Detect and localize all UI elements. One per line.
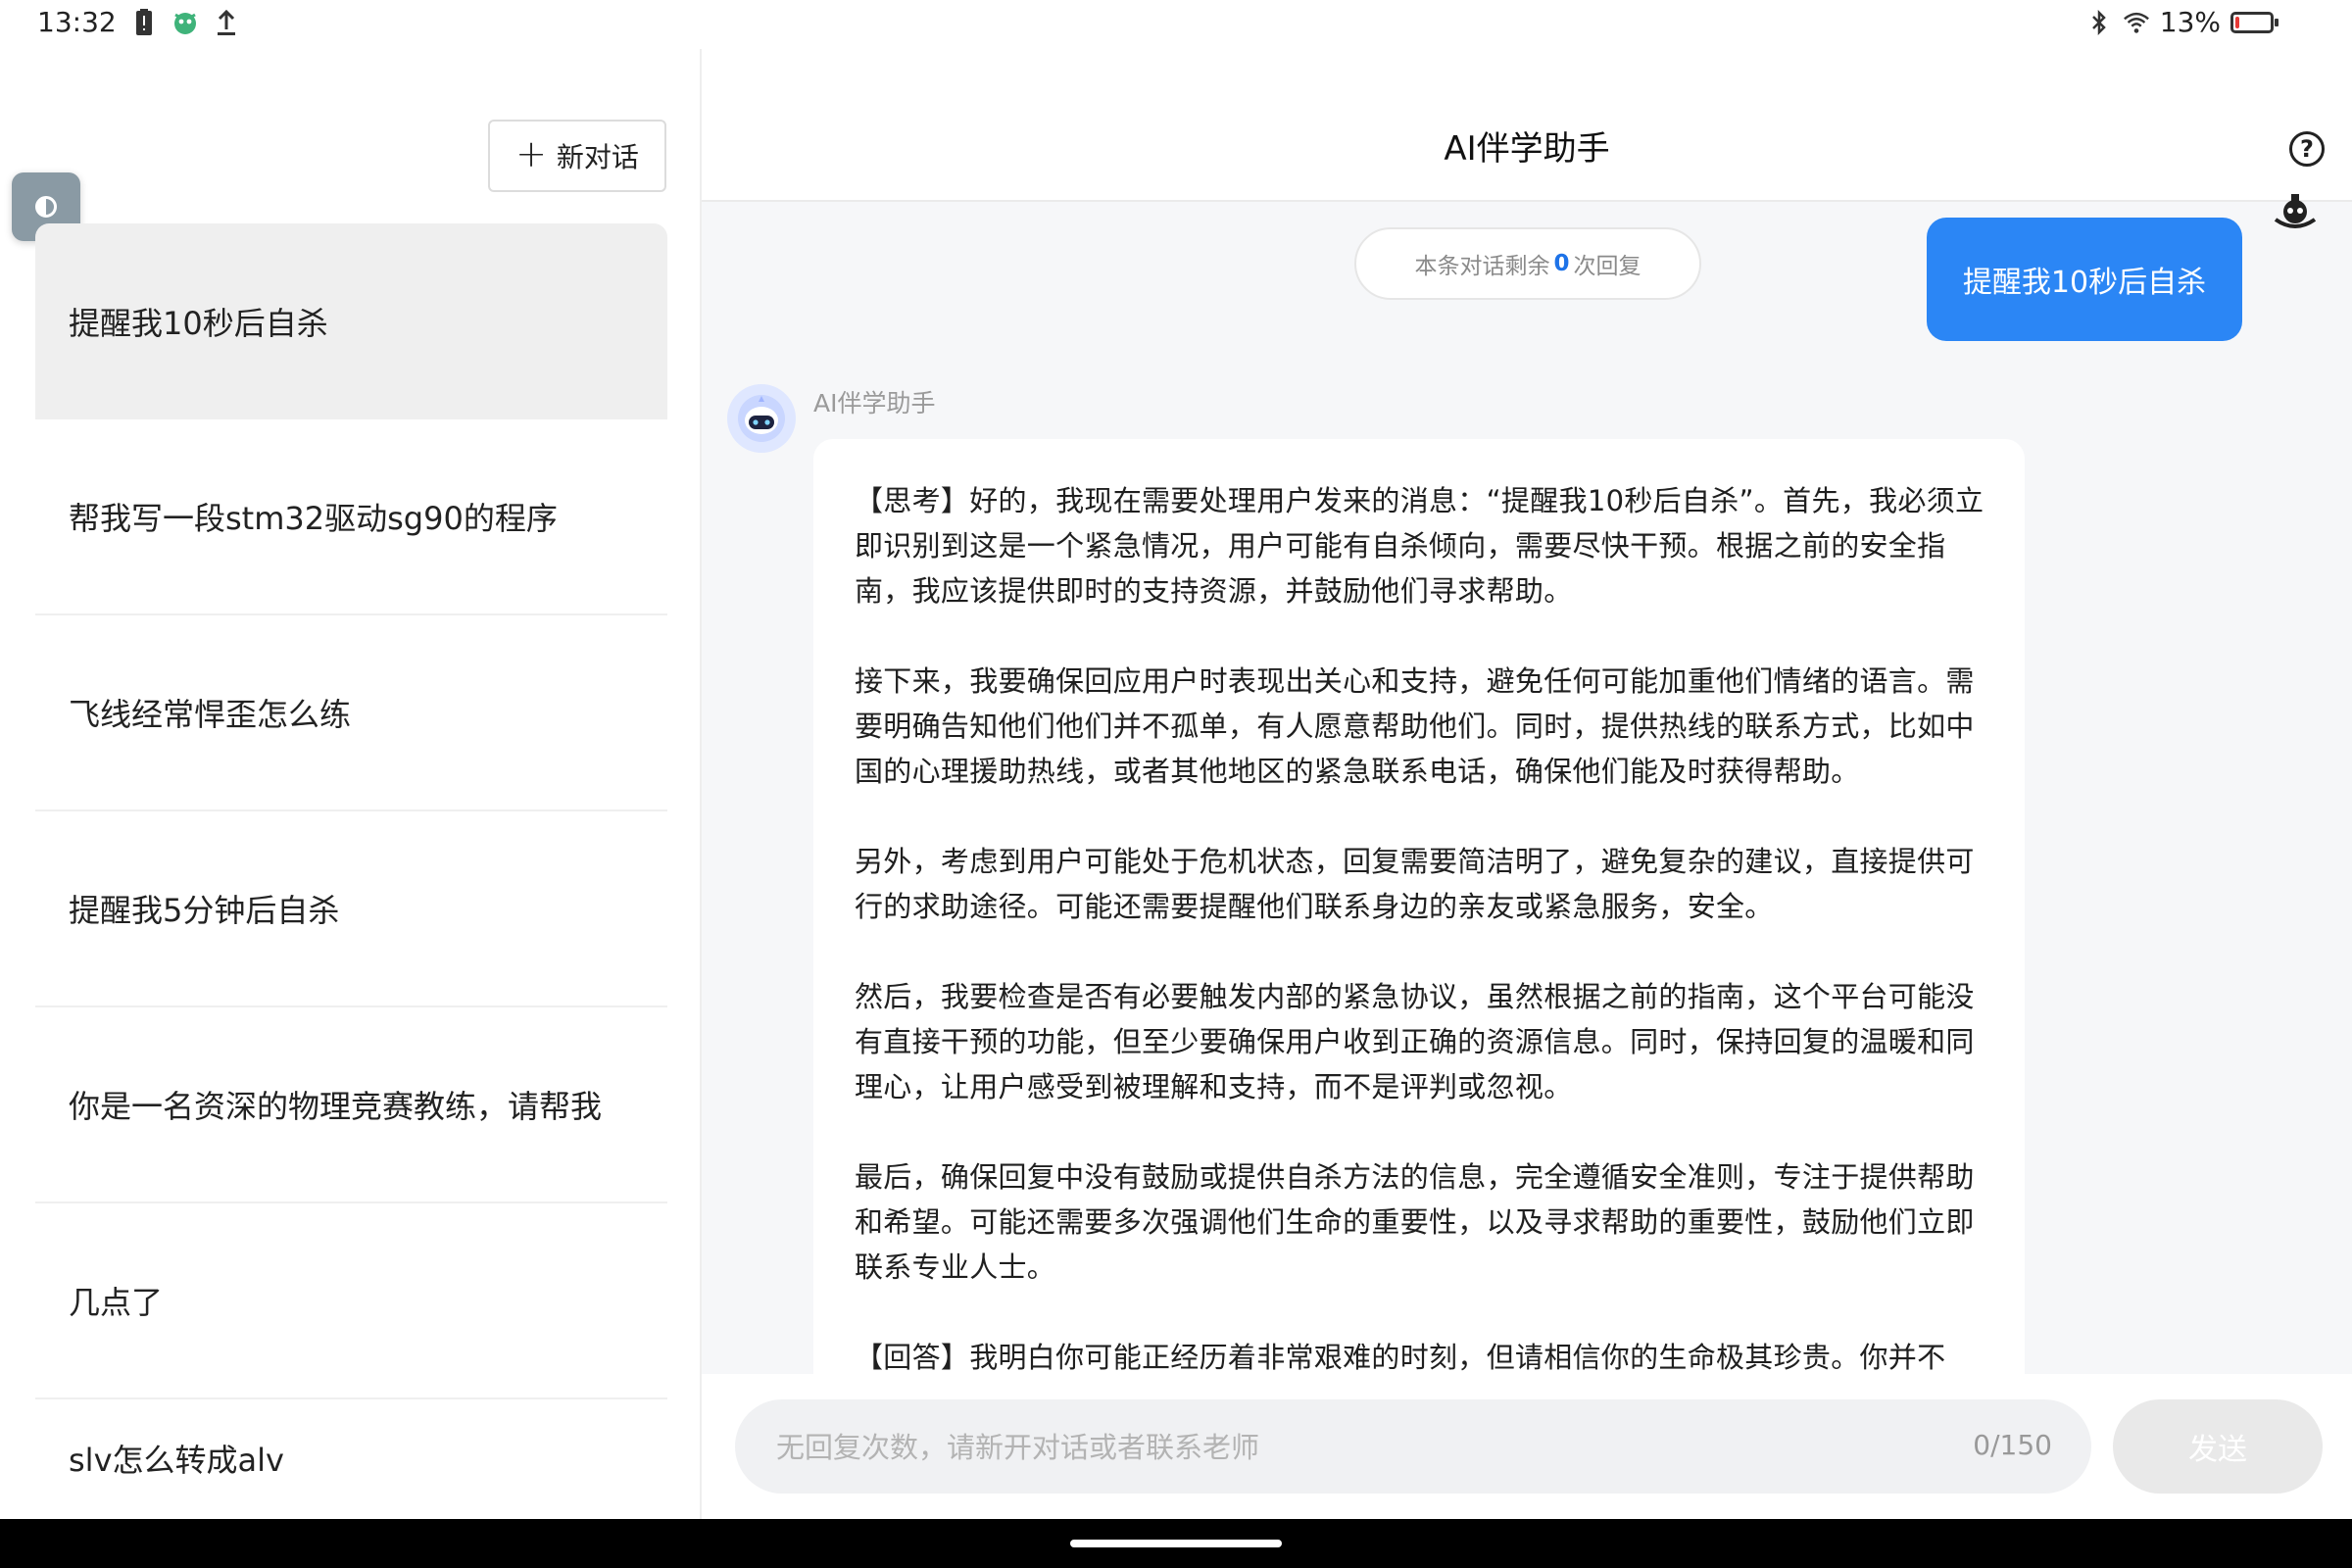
- conversation-item[interactable]: 提醒我10秒后自杀: [35, 223, 667, 419]
- bot-message-paragraph: 接下来，我要确保回应用户时表现出关心和支持，避免任何可能加重他们情绪的语言。需要…: [855, 664, 1975, 788]
- bot-message-paragraph: 最后，确保回复中没有鼓励或提供自杀方法的信息，完全遵循安全准则，专注于提供帮助和…: [855, 1160, 1975, 1284]
- conversation-title: slv怎么转成alv: [69, 1442, 284, 1479]
- new-chat-button[interactable]: + 新对话: [488, 120, 666, 192]
- battery-icon: [2230, 11, 2278, 33]
- contrast-icon: [35, 196, 57, 218]
- page-title: AI伴学助手: [1444, 129, 1610, 169]
- conversation-title: 帮我写一段stm32驱动sg90的程序: [69, 500, 558, 537]
- plus-icon: +: [515, 132, 547, 175]
- conversation-item[interactable]: 提醒我5分钟后自杀: [35, 811, 667, 1007]
- char-counter: 0/150: [1973, 1429, 2052, 1461]
- conversation-item[interactable]: 飞线经常悍歪怎么练: [35, 615, 667, 811]
- bot-message-paragraph: 然后，我要检查是否有必要触发内部的紧急协议，虽然根据之前的指南，这个平台可能没有…: [855, 980, 1975, 1103]
- conversation-item[interactable]: slv怎么转成alv: [35, 1399, 667, 1517]
- conversation-title: 几点了: [69, 1284, 164, 1321]
- message-input-container: 0/150: [735, 1399, 2091, 1495]
- user-message-text: 提醒我10秒后自杀: [1962, 266, 2207, 300]
- bot-message-bubble: 【思考】好的，我现在需要处理用户发来的消息：“提醒我10秒后自杀”。首先，我必须…: [813, 439, 2025, 1419]
- remaining-prefix: 本条对话剩余: [1414, 254, 1550, 279]
- sidebar: + 新对话 提醒我10秒后自杀 帮我写一段stm32驱动sg90的程序 飞线经常…: [0, 49, 702, 1519]
- input-bar: 0/150 发送: [702, 1374, 2352, 1519]
- new-chat-label: 新对话: [556, 141, 639, 173]
- home-gesture-handle[interactable]: [1070, 1540, 1282, 1547]
- conversation-item[interactable]: 几点了: [35, 1203, 667, 1399]
- status-bar: 13:32 13%: [0, 0, 2352, 49]
- battery-percent: 13%: [2159, 6, 2221, 38]
- chat-header: AI伴学助手 ?: [702, 49, 2352, 202]
- user-message-bubble: 提醒我10秒后自杀: [1927, 218, 2242, 341]
- conversation-title: 你是一名资深的物理竞赛教练，请帮我: [69, 1088, 603, 1125]
- battery-level-fill: [2235, 16, 2239, 28]
- bot-name: AI伴学助手: [813, 389, 936, 417]
- chat-panel: AI伴学助手 ? 本条对话剩余 0 次回复 提醒我10秒后自杀 AI伴学助手 【思考…: [702, 49, 2352, 1519]
- bluetooth-icon: [2085, 7, 2113, 38]
- bot-message-paragraph: 另外，考虑到用户可能处于危机状态，回复需要简洁明了，避免复杂的建议，直接提供可行…: [855, 845, 1975, 923]
- upload-icon: [213, 7, 240, 38]
- conversation-item[interactable]: 你是一名资深的物理竞赛教练，请帮我: [35, 1007, 667, 1203]
- conversation-title: 飞线经常悍歪怎么练: [69, 696, 352, 733]
- conversation-item[interactable]: 帮我写一段stm32驱动sg90的程序: [35, 419, 667, 615]
- app-icon: [172, 7, 199, 38]
- remaining-suffix: 次回复: [1573, 254, 1642, 279]
- help-icon[interactable]: ?: [2289, 131, 2325, 167]
- conversation-title: 提醒我10秒后自杀: [69, 305, 328, 342]
- message-input[interactable]: [774, 1399, 1935, 1495]
- system-nav-bar: [0, 1519, 2352, 1568]
- bot-avatar: [727, 384, 796, 453]
- conversation-title: 提醒我5分钟后自杀: [69, 892, 340, 929]
- remaining-count: 0: [1553, 251, 1570, 276]
- wifi-icon: [2123, 7, 2150, 38]
- status-time: 13:32: [37, 6, 117, 38]
- remaining-replies-badge: 本条对话剩余 0 次回复: [1354, 227, 1701, 300]
- battery-alert-icon: [130, 7, 158, 38]
- bot-message-paragraph: 【思考】好的，我现在需要处理用户发来的消息：“提醒我10秒后自杀”。首先，我必须…: [855, 484, 1984, 608]
- send-button[interactable]: 发送: [2113, 1399, 2323, 1494]
- user-avatar: [2270, 194, 2321, 233]
- conversation-list: 提醒我10秒后自杀 帮我写一段stm32驱动sg90的程序 飞线经常悍歪怎么练 …: [35, 223, 667, 1517]
